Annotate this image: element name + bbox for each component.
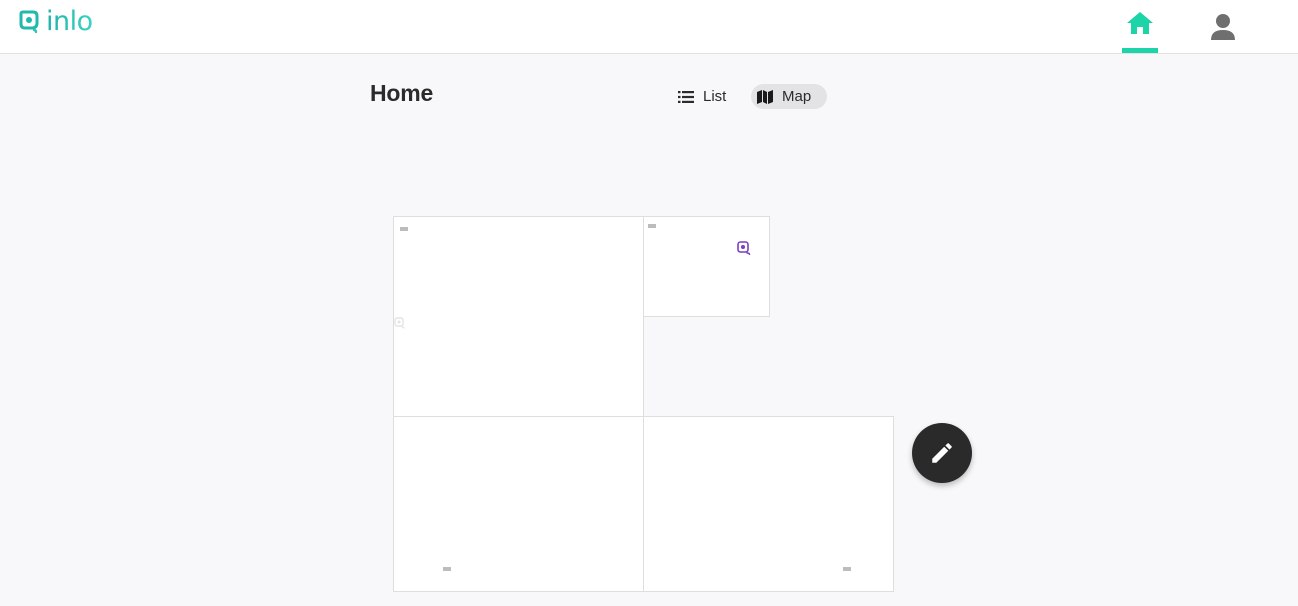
list-view-toggle[interactable]: List	[672, 84, 732, 109]
tile-label	[400, 227, 408, 231]
page-title: Home	[370, 80, 434, 106]
pencil-icon	[932, 443, 952, 463]
map-tile	[643, 216, 770, 317]
list-toggle-label: List	[703, 88, 727, 105]
tile-label	[443, 567, 451, 571]
location-marker-icon[interactable]	[737, 241, 751, 255]
map-view-toggle[interactable]: Map	[751, 84, 828, 109]
map-tile	[393, 216, 644, 417]
logo-text: inlo	[46, 6, 93, 37]
nav-profile-tab[interactable]	[1208, 12, 1238, 42]
edit-fab-button[interactable]	[912, 423, 972, 483]
logo-mark-icon	[19, 10, 39, 34]
person-icon	[1211, 14, 1235, 40]
app-logo[interactable]: inlo	[18, 8, 93, 36]
tile-label	[843, 567, 851, 571]
active-tab-indicator	[1122, 48, 1158, 53]
nav-home-tab[interactable]	[1122, 8, 1158, 53]
map-tile	[393, 416, 644, 592]
map-icon	[757, 89, 773, 104]
map-tile	[643, 416, 894, 592]
map-toggle-label: Map	[782, 88, 812, 105]
list-icon	[678, 90, 694, 103]
location-marker-icon	[394, 317, 405, 329]
home-icon	[1127, 12, 1153, 34]
tile-label	[648, 224, 656, 228]
top-bar: inlo	[0, 0, 1298, 54]
